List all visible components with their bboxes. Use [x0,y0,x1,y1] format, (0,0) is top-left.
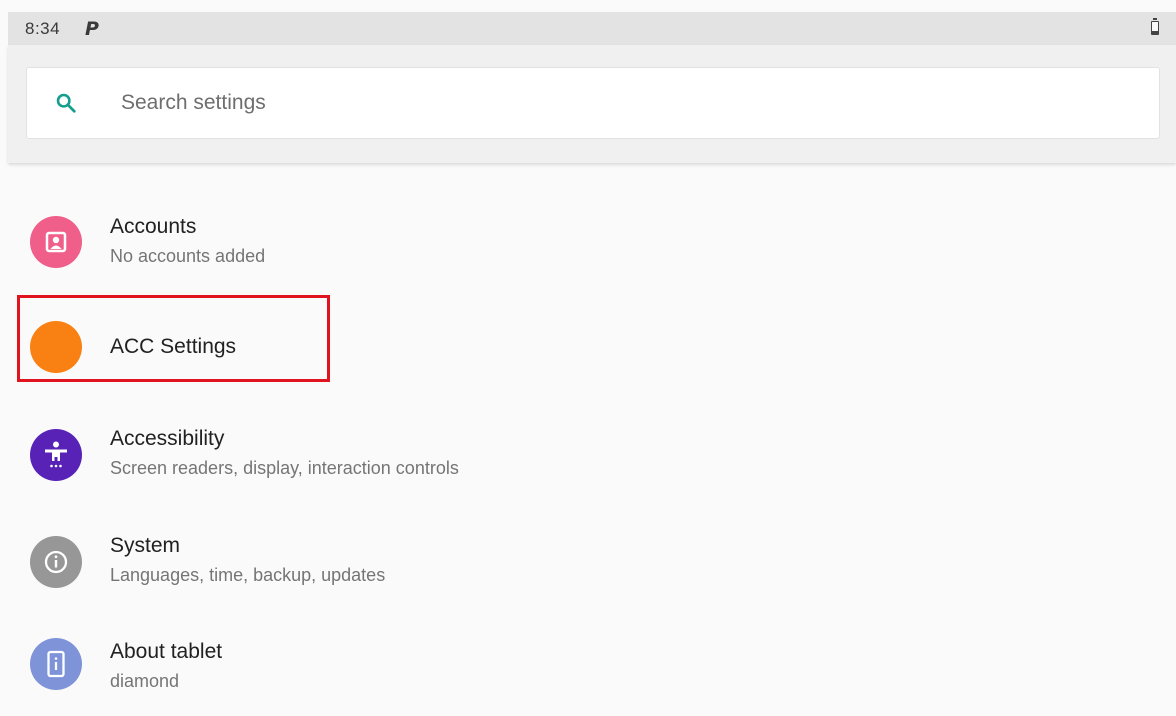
orange-circle-icon [30,321,82,373]
parking-p-icon: P [85,18,99,40]
search-icon[interactable] [55,92,77,114]
setting-summary: No accounts added [110,246,266,266]
setting-item-accessibility[interactable]: Accessibility Screen readers, display, i… [0,403,1176,503]
setting-title: Accounts [110,215,197,238]
search-input[interactable] [121,88,1121,118]
search-header [8,45,1176,163]
setting-item-acc-settings[interactable]: ACC Settings [0,295,1176,395]
account-icon [30,216,82,268]
status-time: 8:34 [25,19,61,38]
settings-list: Accounts No accounts added ACC Settings … [0,163,1176,696]
setting-item-system[interactable]: System Languages, time, backup, updates [0,510,1176,610]
setting-title: System [110,534,181,557]
info-icon [30,536,82,588]
setting-item-about-tablet[interactable]: About tablet diamond [0,616,1176,716]
setting-title: Accessibility [110,427,225,450]
setting-summary: diamond [110,671,180,691]
accessibility-icon [30,429,82,481]
setting-title: About tablet [110,640,223,663]
setting-summary: Languages, time, backup, updates [110,565,386,585]
setting-summary: Screen readers, display, interaction con… [110,458,459,478]
tablet-info-icon [30,638,82,690]
battery-icon [1151,18,1159,35]
status-bar: 8:34 P [8,12,1176,45]
setting-item-accounts[interactable]: Accounts No accounts added [0,183,1176,283]
setting-title: ACC Settings [110,335,237,358]
search-bar[interactable] [26,67,1160,139]
